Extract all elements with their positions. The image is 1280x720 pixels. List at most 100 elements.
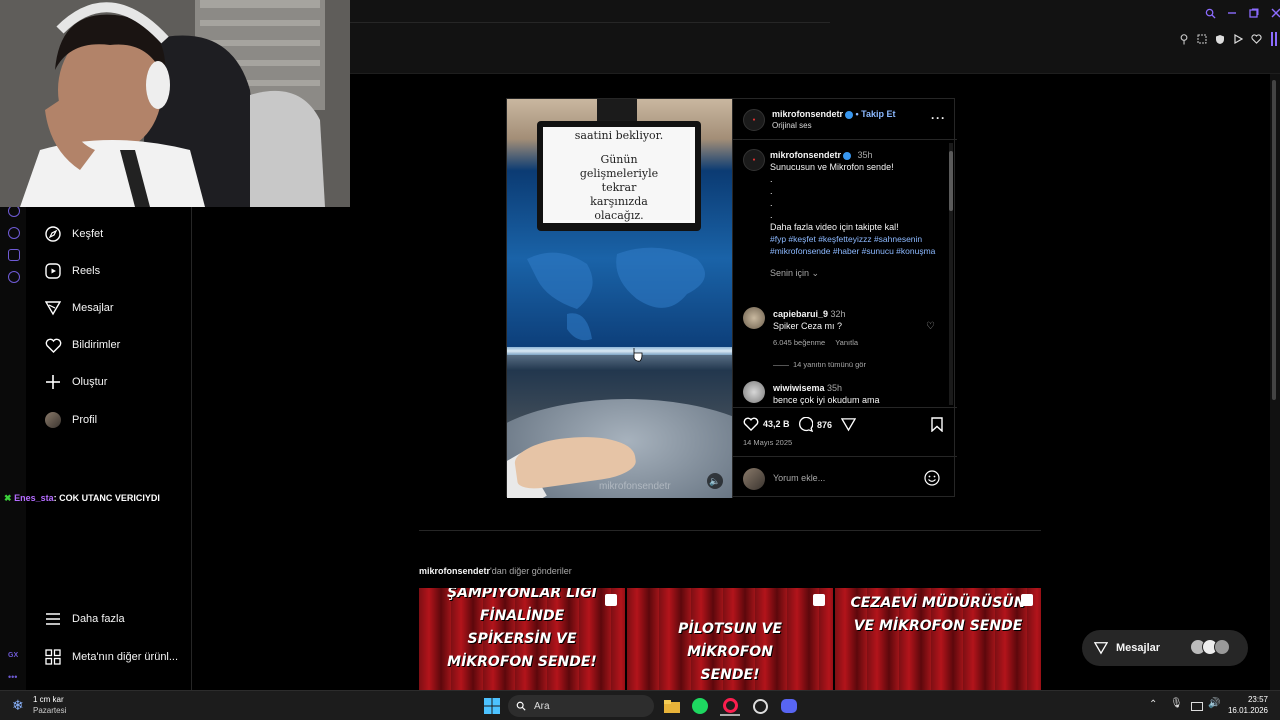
thumbnail-text: CEZAEVİ MÜDÜRÜSÜN VE MİKROFON SENDE — [850, 595, 1026, 634]
reel-video[interactable]: saatini bekliyor. Günün gelişmeleriyle t… — [507, 99, 732, 498]
sidebar-item-reels[interactable]: Reels — [44, 259, 100, 283]
search-icon[interactable] — [1202, 5, 1218, 21]
comments-panel: ● mikrofonsendetr • Takip Et Orijinal se… — [732, 99, 957, 498]
section-divider — [419, 530, 1041, 531]
more-posts-author[interactable]: mikrofonsendetr — [419, 566, 490, 576]
network-icon[interactable] — [1191, 699, 1203, 717]
post-thumbnail[interactable]: ŞAMPİYONLAR LİGİ FİNALİNDE SPİKERSİN VE … — [419, 588, 625, 690]
discord-icon[interactable] — [779, 696, 799, 716]
heart-icon[interactable] — [1248, 31, 1264, 47]
comment-time: 32h — [830, 309, 846, 319]
history-icon[interactable] — [8, 227, 20, 239]
volume-icon[interactable]: 🔊 — [1208, 698, 1220, 709]
emoji-icon[interactable] — [924, 470, 940, 491]
post-date: 14 Mayıs 2025 — [743, 438, 793, 447]
sidebar-item-label: Daha fazla — [72, 613, 125, 625]
steam-icon[interactable] — [750, 696, 770, 716]
comment-likes[interactable]: 6.045 beğenme — [773, 338, 825, 347]
file-explorer-icon[interactable] — [662, 696, 682, 716]
settings-icon[interactable] — [8, 271, 20, 283]
sidebar-item-label: Oluştur — [72, 376, 108, 388]
restore-icon[interactable] — [1246, 5, 1262, 21]
caption-line: . — [770, 174, 773, 184]
comment-input[interactable]: Yorum ekle... — [773, 473, 825, 483]
for-you-text: Senin için — [770, 268, 810, 278]
caption-line: . — [770, 198, 773, 208]
audio-label[interactable]: Orijinal ses — [772, 121, 812, 130]
comment-avatar[interactable] — [743, 307, 765, 329]
minimize-icon[interactable] — [1224, 5, 1240, 21]
comment-avatar[interactable] — [743, 381, 765, 403]
scrollbar-thumb[interactable] — [1272, 80, 1276, 400]
tp-line: karşınızda — [590, 195, 648, 208]
sidebar-item-notifications[interactable]: Bildirimler — [44, 333, 120, 357]
comment-username[interactable]: capiebarui_9 — [773, 309, 828, 319]
reels-icon — [44, 262, 62, 280]
play-icon[interactable] — [1230, 31, 1246, 47]
comment-like-icon[interactable]: ♡ — [926, 321, 935, 332]
weather-day: Pazartesi — [33, 706, 67, 715]
comments-scrollbar[interactable] — [949, 143, 953, 405]
reel-icon — [1021, 594, 1033, 606]
snapshot-icon[interactable] — [1194, 31, 1210, 47]
sidebar-item-create[interactable]: Oluştur — [44, 370, 107, 394]
share-icon[interactable] — [840, 417, 857, 437]
prompter-mount — [597, 99, 637, 121]
more-options-icon[interactable]: ··· — [931, 111, 946, 125]
sidebar-item-profile[interactable]: Profil — [44, 408, 97, 432]
like-action[interactable]: 43,2 B — [743, 417, 790, 431]
microphone-icon[interactable]: 🎙 — [1170, 698, 1183, 709]
heart-icon — [44, 336, 62, 354]
comment-text: bence çok iyi okudum ama — [773, 395, 880, 405]
comment-username[interactable]: wiwiwisema — [773, 383, 825, 393]
weather-icon[interactable]: ❄ — [12, 697, 24, 714]
comment-action[interactable]: 876 — [798, 417, 832, 432]
post-thumbnail[interactable]: PİLOTSUN VE MİKROFON SENDE! — [627, 588, 833, 690]
opera-gx-icon[interactable] — [720, 696, 740, 716]
messages-floating-button[interactable]: Mesajlar — [1082, 630, 1248, 666]
pin-icon[interactable]: ⚲ — [1176, 31, 1192, 47]
sidebar-item-explore[interactable]: Keşfet — [44, 222, 103, 246]
heart-icon — [743, 417, 759, 431]
header-divider — [733, 139, 957, 140]
shield-icon[interactable] — [1212, 31, 1228, 47]
mute-icon[interactable]: 🔈 — [707, 473, 723, 489]
post-thumbnail[interactable]: CEZAEVİ MÜDÜRÜSÜN VE MİKROFON SENDE — [835, 588, 1041, 690]
caption-avatar[interactable]: ● — [743, 149, 765, 171]
caption-line: . — [770, 210, 773, 220]
sidebar-item-meta-products[interactable]: Meta'nın diğer ürünl... — [44, 645, 178, 669]
search-icon — [516, 701, 526, 711]
clock-time[interactable]: 23:57 — [1232, 695, 1268, 704]
view-replies[interactable]: 14 yanıtın tümünü gör — [773, 360, 866, 369]
caption-author[interactable]: mikrofonsendetr — [770, 150, 841, 160]
taskbar-search[interactable]: Ara — [508, 695, 654, 717]
comment: capiebarui_9 32h Spiker Ceza mı ? 6.045 … — [773, 308, 933, 349]
tp-line: tekrar — [601, 181, 637, 194]
more-icon[interactable]: ••• — [8, 672, 17, 682]
search-label: Ara — [534, 700, 550, 712]
close-icon[interactable] — [1268, 5, 1280, 21]
bookmark-icon[interactable] — [931, 417, 943, 437]
follow-button[interactable]: • Takip Et — [856, 109, 896, 119]
spotify-icon[interactable] — [690, 696, 710, 716]
weather-temp[interactable]: 1 cm kar — [33, 695, 64, 704]
post-author-avatar[interactable]: ● — [743, 109, 765, 131]
chevron-up-icon[interactable]: ⌃ — [1149, 699, 1157, 710]
author-username[interactable]: mikrofonsendetr — [772, 109, 843, 119]
hashtags[interactable]: #fyp #keşfet #keşfetteyizzz #sahnesenin … — [770, 233, 942, 257]
for-you-label[interactable]: Senin için ⌄ — [770, 267, 942, 279]
comment-time: 35h — [827, 383, 843, 393]
tp-line: saatini bekliyor. — [574, 129, 664, 142]
comments-scrollbar-thumb[interactable] — [949, 151, 953, 211]
gx-sidebar: GX ••• — [0, 200, 26, 690]
start-icon[interactable] — [482, 696, 502, 716]
caption-time: 35h — [857, 150, 873, 160]
tp-gap — [543, 143, 695, 153]
sidebar-item-label: Reels — [72, 265, 101, 277]
sidebar-item-more[interactable]: Daha fazla — [44, 607, 125, 631]
sidebar-toggle-icon[interactable] — [1266, 31, 1280, 47]
clock-date[interactable]: 16.01.2026 — [1220, 706, 1268, 715]
messenger-icon[interactable] — [8, 249, 20, 261]
sidebar-item-messages[interactable]: Mesajlar — [44, 296, 114, 320]
reply-button[interactable]: Yanıtla — [835, 338, 858, 347]
